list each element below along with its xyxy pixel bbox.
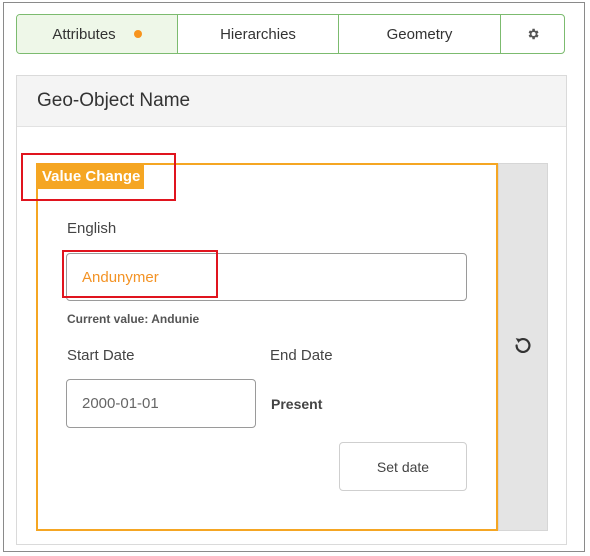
tab-attributes[interactable]: Attributes [17,15,178,53]
revert-column[interactable] [498,163,548,531]
value-change-badge: Value Change [38,165,145,189]
language-label: English [67,220,117,237]
tab-geometry[interactable]: Geometry [339,15,501,53]
undo-icon[interactable] [512,334,534,361]
gear-icon [526,27,540,41]
set-date-button[interactable]: Set date [339,442,467,491]
tab-hierarchies-label: Hierarchies [220,25,296,43]
modified-indicator-dot [133,30,142,38]
tab-geometry-label: Geometry [386,25,453,43]
tab-bar: Attributes Hierarchies Geometry [16,14,565,54]
end-date-value: Present [271,396,323,412]
end-date-label: End Date [270,347,333,364]
tab-settings[interactable] [501,15,564,53]
start-date-label: Start Date [67,347,135,364]
start-date-input[interactable] [66,379,256,428]
panel-title: Geo-Object Name [17,76,566,127]
english-name-input[interactable] [66,253,467,301]
current-value-text: Current value: Andunie [67,312,200,326]
tab-hierarchies[interactable]: Hierarchies [178,15,339,53]
tab-attributes-label: Attributes [52,25,116,43]
